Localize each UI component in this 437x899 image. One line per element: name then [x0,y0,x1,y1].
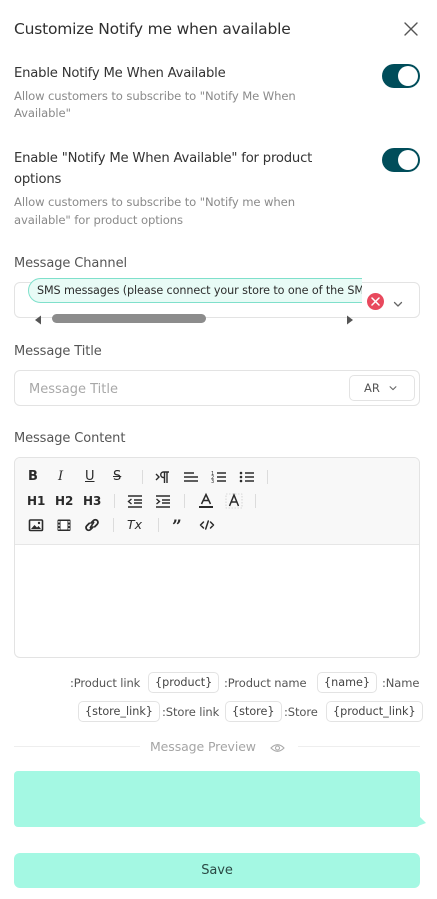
channel-chevron-down-icon[interactable] [392,295,404,314]
toggle-knob [398,150,418,170]
heading3-button[interactable]: H3 [83,492,101,510]
save-button[interactable]: Save [14,853,420,888]
eye-icon[interactable] [270,740,285,759]
setting-notify-desc-line2: Available" [14,106,71,120]
outdent-icon [127,495,142,508]
var-chip-store[interactable]: {store} [225,701,282,722]
message-preview-bubble [14,771,420,827]
text-direction-button[interactable] [155,468,171,486]
paragraph-icon [155,471,169,483]
italic-button[interactable]: I [58,468,63,486]
bubble-tail [418,812,428,831]
var-label-product-link: :Product link [70,676,141,690]
indent-icon [156,495,170,508]
rich-text-editor: B I U S 123 H1 H2 H3 Tx ” [14,457,420,658]
code-icon [199,520,215,530]
link-icon [85,518,99,532]
notify-toggle[interactable] [382,64,420,88]
highlight-icon [225,493,243,509]
outdent-button[interactable] [127,492,143,510]
align-icon [184,472,198,482]
scrollbar-thumb[interactable] [52,314,206,323]
clear-icon[interactable] [367,293,384,310]
preview-divider-left [14,746,140,747]
toolbar-separator [158,518,159,532]
bullet-list-button[interactable] [239,468,255,486]
strike-button[interactable]: S [113,468,121,486]
ordered-list-icon: 123 [211,471,226,485]
var-chip-product[interactable]: {product} [148,672,220,693]
var-label-product-name: :Product name [224,676,307,690]
message-title-label: Message Title [14,344,102,359]
var-chip-store-link[interactable]: {store_link} [78,701,160,722]
heading1-button[interactable]: H1 [27,492,45,510]
language-value: AR [364,381,380,395]
setting-notify-desc-line1: Allow customers to subscribe to "Notify … [14,89,296,103]
toolbar-separator [142,470,143,484]
setting-options-desc-line1: Allow customers to subscribe to "Notify … [14,195,295,209]
background-color-button[interactable] [225,492,243,510]
clear-format-button[interactable]: Tx [127,516,142,534]
h1-label: H1 [27,494,46,508]
toolbar-separator [267,470,268,484]
toolbar-separator [184,494,185,508]
channel-chip-area: SMS messages (please connect your store … [28,278,362,304]
setting-options-title-line2: options [14,172,62,187]
setting-notify-title: Enable Notify Me When Available [14,66,226,81]
setting-options-desc-line2: available" for product options [14,213,183,227]
preview-divider-right [298,746,420,747]
bold-button[interactable]: B [28,468,38,486]
insert-link-button[interactable] [84,516,100,534]
font-color-button[interactable] [198,492,214,510]
image-icon [28,519,44,532]
editor-toolbar: B I U S 123 H1 H2 H3 Tx ” [15,458,419,545]
close-button[interactable] [400,18,422,40]
options-toggle[interactable] [382,148,420,172]
quote-button[interactable]: ” [172,516,182,537]
insert-video-button[interactable] [56,516,72,534]
modal-title: Customize Notify me when available [14,20,291,38]
close-icon [404,22,418,36]
message-title-input[interactable] [29,379,339,399]
message-content-label: Message Content [14,431,126,446]
var-label-name: :Name [382,676,420,690]
channel-chip[interactable]: SMS messages (please connect your store … [28,278,362,303]
language-chevron-down-icon [388,382,398,396]
var-label-store: :Store [284,705,318,719]
toolbar-separator [114,494,115,508]
toolbar-separator [113,518,114,532]
insert-image-button[interactable] [28,516,44,534]
h2-label: H2 [55,494,74,508]
var-chip-name[interactable]: {name} [317,672,377,693]
clear-format-label: Tx [127,517,143,532]
setting-options-title-line1: Enable "Notify Me When Available" for pr… [14,151,313,166]
underline-button[interactable]: U [85,468,95,486]
code-button[interactable] [199,516,215,534]
toolbar-separator [255,494,256,508]
channel-label: Message Channel [14,256,127,271]
heading2-button[interactable]: H2 [55,492,73,510]
toggle-knob [398,66,418,86]
video-icon [57,519,71,531]
preview-label: Message Preview [150,739,256,754]
font-color-icon [199,492,213,508]
bullet-list-icon [239,471,254,483]
h3-label: H3 [83,494,102,508]
editor-text-area[interactable] [15,546,419,657]
svg-text:3: 3 [211,479,214,485]
align-button[interactable] [183,468,199,486]
indent-button[interactable] [155,492,171,510]
quote-icon: ” [172,517,182,537]
var-label-store-link: :Store link [162,705,220,719]
ordered-list-button[interactable]: 123 [211,468,227,486]
var-chip-product-link[interactable]: {product_link} [326,701,423,722]
language-select[interactable]: AR [349,375,415,401]
